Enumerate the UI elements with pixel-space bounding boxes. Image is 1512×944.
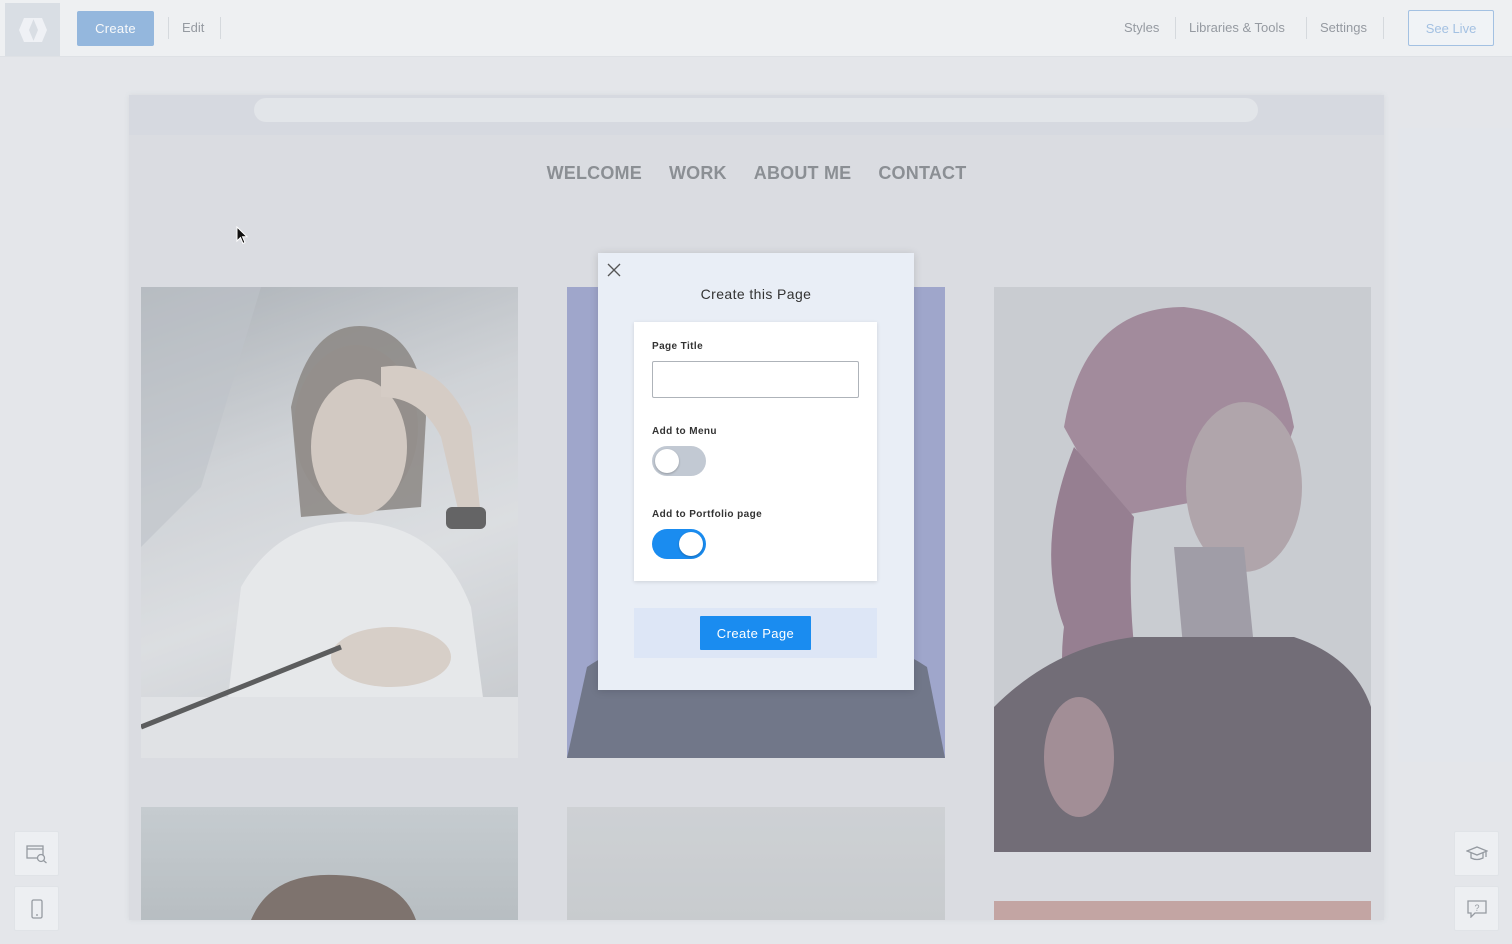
divider [220,17,221,39]
styles-menu[interactable]: Styles [1124,20,1159,35]
create-page-button[interactable]: Create Page [700,616,811,650]
close-icon [607,263,621,277]
mouse-cursor-icon [236,226,249,245]
top-toolbar: Create Edit Styles Libraries & Tools Set… [0,0,1512,57]
close-button[interactable] [605,261,623,279]
libraries-tools-menu[interactable]: Libraries & Tools [1189,20,1285,35]
browser-chrome [129,95,1384,135]
add-to-portfolio-toggle[interactable] [652,529,706,559]
add-to-portfolio-label: Add to Portfolio page [652,509,763,520]
site-nav-welcome[interactable]: WELCOME [547,163,642,184]
site-navigation: WELCOME WORK ABOUT ME CONTACT [129,163,1384,184]
toggle-knob [655,449,679,473]
portfolio-photo[interactable] [994,287,1371,852]
form-card: Page Title Add to Menu Add to Portfolio … [634,322,877,581]
portfolio-photo[interactable] [141,287,518,758]
create-button[interactable]: Create [77,11,154,46]
settings-menu[interactable]: Settings [1320,20,1367,35]
svg-text:?: ? [1474,903,1479,913]
page-title-label: Page Title [652,341,704,352]
photo-illustration [251,874,416,920]
divider [1383,17,1384,39]
preview-search-button[interactable] [14,831,59,876]
portfolio-photo[interactable] [994,901,1371,920]
toggle-knob [679,532,703,556]
site-nav-contact[interactable]: CONTACT [878,163,966,184]
edit-menu[interactable]: Edit [182,20,204,35]
logo[interactable] [5,3,60,56]
divider [1306,17,1307,39]
divider [168,17,169,39]
divider [1175,17,1176,39]
portfolio-photo[interactable] [567,807,945,920]
address-bar [254,98,1258,122]
photo-illustration [994,287,1371,852]
graduation-cap-icon [1465,845,1488,860]
see-live-button[interactable]: See Live [1408,10,1494,46]
help-chat-icon: ? [1466,899,1487,918]
add-to-menu-label: Add to Menu [652,426,717,437]
dialog-title: Create this Page [700,286,812,302]
help-button[interactable]: ? [1454,886,1499,931]
site-nav-about-me[interactable]: ABOUT ME [754,163,852,184]
dialog-footer: Create Page [634,608,877,658]
mobile-view-button[interactable] [14,886,59,931]
logo-icon [18,17,47,42]
site-nav-work[interactable]: WORK [669,163,727,184]
photo-illustration [141,287,518,758]
tutorials-button[interactable] [1454,831,1499,876]
add-to-menu-toggle[interactable] [652,446,706,476]
page-title-input[interactable] [652,361,859,398]
portfolio-photo[interactable] [141,807,518,920]
mobile-icon [30,898,43,919]
create-page-dialog: Create this Page Page Title Add to Menu … [598,253,914,690]
preview-search-icon [25,844,47,863]
